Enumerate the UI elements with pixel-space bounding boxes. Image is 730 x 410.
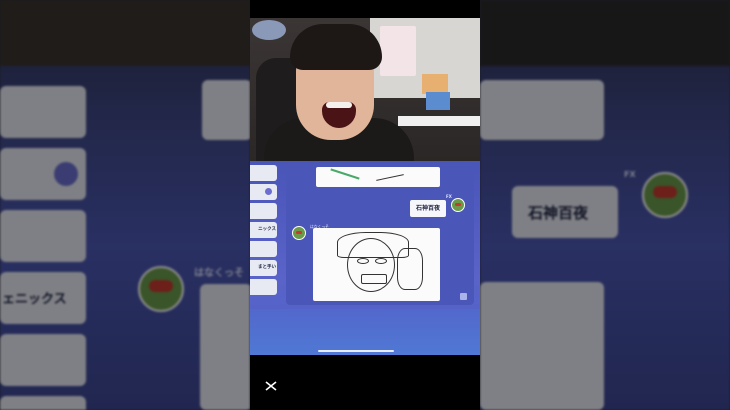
- left-list-item: ェニックス: [0, 272, 86, 324]
- capcut-icon: [265, 381, 277, 391]
- left-drawing-fragment: [202, 80, 250, 140]
- right-drawing-fragment: [480, 80, 604, 140]
- left-drawing-fragment: [200, 284, 250, 410]
- left-list-item: [0, 148, 86, 200]
- left-list-item: [0, 334, 86, 386]
- player-list-item[interactable]: ニックス: [250, 222, 277, 238]
- streamer-hair: [290, 24, 382, 70]
- right-backdrop-camera: [480, 0, 730, 66]
- left-backdrop-camera: [0, 0, 250, 66]
- right-backdrop: 石神百夜 FX: [480, 0, 730, 410]
- crown-icon: [265, 188, 272, 195]
- phone-screen: ニックス まと手い 石神百夜 FX はなくっそ: [250, 0, 480, 410]
- player-list-item[interactable]: [250, 184, 277, 200]
- left-list-item: [0, 86, 86, 138]
- left-backdrop: ェニックス はなくっそ: [0, 0, 250, 410]
- crown-icon: [54, 162, 78, 186]
- right-drawing-fragment: [480, 282, 604, 410]
- game-area: ニックス まと手い 石神百夜 FX はなくっそ: [250, 161, 480, 355]
- guess-bubble: 石神百夜: [410, 200, 446, 217]
- player-list: ニックス まと手い: [250, 165, 278, 298]
- player-avatar: [292, 226, 306, 240]
- sketch-stroke: [330, 168, 360, 180]
- player-list-item[interactable]: [250, 279, 277, 295]
- left-phoenix-text: ェニックス: [2, 292, 67, 307]
- sketch-stroke: [397, 248, 423, 290]
- streamer-camera: [250, 18, 480, 161]
- right-guess-bubble: 石神百夜: [512, 186, 618, 238]
- capcut-icon: [264, 378, 278, 392]
- player-list-item[interactable]: [250, 203, 277, 219]
- drawing-canvas[interactable]: [313, 228, 440, 301]
- player-avatar: [451, 198, 465, 212]
- right-guess-text: 石神百夜: [528, 204, 589, 222]
- home-indicator[interactable]: [318, 350, 394, 352]
- fx-label: FX: [446, 194, 452, 199]
- sketch-stroke: [357, 258, 369, 264]
- player-list-item[interactable]: [250, 241, 277, 257]
- player-list-item[interactable]: まと手い: [250, 260, 277, 276]
- right-fx-label: FX: [624, 170, 636, 179]
- expand-icon[interactable]: [460, 293, 467, 300]
- left-list-item: [0, 396, 86, 410]
- right-player-avatar: [642, 172, 688, 218]
- camera-shelf: [398, 116, 480, 126]
- streamer-teeth: [326, 102, 352, 108]
- sketch-stroke: [376, 174, 404, 181]
- camera-logo: [252, 20, 286, 40]
- drawing-thumbnail[interactable]: [316, 167, 440, 187]
- player-list-item[interactable]: [250, 165, 277, 181]
- left-player-name: はなくっそ: [194, 268, 244, 279]
- sketch-stroke: [361, 274, 387, 284]
- camera-box: [422, 74, 448, 94]
- chat-panel: 石神百夜 FX はなくっそ: [286, 163, 474, 305]
- camera-poster: [380, 26, 416, 76]
- camera-box: [426, 92, 450, 110]
- left-player-avatar: [138, 266, 184, 312]
- sketch-stroke: [375, 258, 387, 264]
- left-list-item: [0, 210, 86, 262]
- input-area: [250, 309, 480, 355]
